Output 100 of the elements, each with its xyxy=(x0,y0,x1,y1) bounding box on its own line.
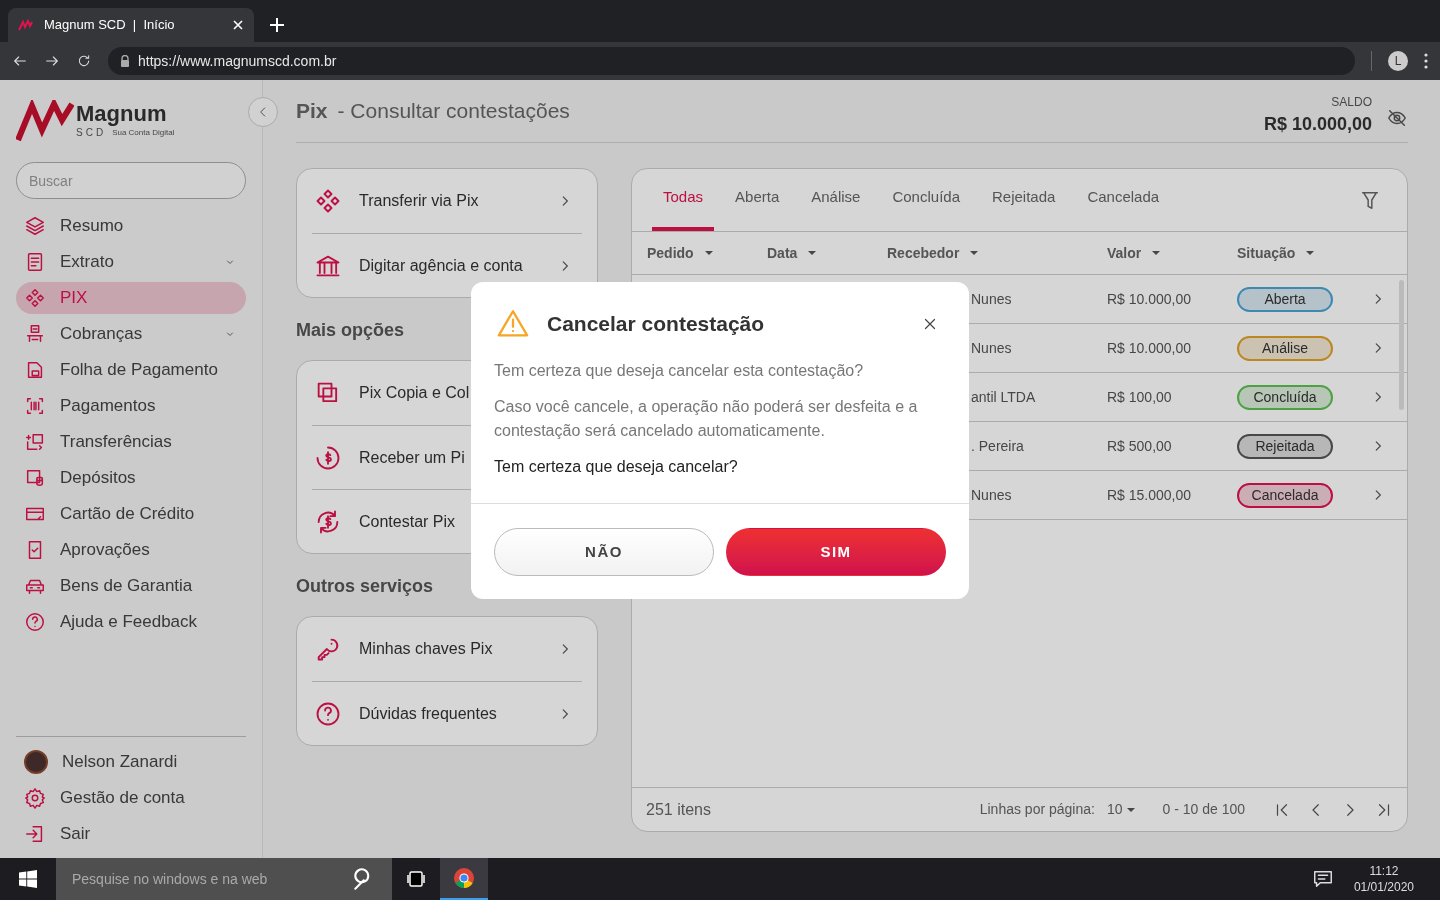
rows-per-page-label: Linhas por página: xyxy=(979,800,1095,819)
caret-icon xyxy=(1151,248,1162,258)
value-cell-text: R$ 15.000,00 xyxy=(1107,485,1193,505)
caret-icon xyxy=(1305,248,1316,258)
search-field[interactable]: Buscar xyxy=(16,162,246,199)
logo-tagline: Sua Conta Digital xyxy=(112,126,175,139)
logo-subtitle: SCD xyxy=(76,126,107,140)
browser-tab[interactable]: Magnum SCD | Início xyxy=(8,8,254,42)
browser-icon xyxy=(453,867,475,889)
tab-title: Magnum SCD | Início xyxy=(44,16,176,35)
deposit-icon xyxy=(24,467,46,489)
forward-icon xyxy=(44,53,60,69)
filter-tab[interactable]: Rejeitada xyxy=(981,169,1067,231)
nav-item[interactable]: Transferências xyxy=(16,426,246,458)
section-heading: Outros serviços xyxy=(296,575,434,598)
taskbar-search-field[interactable]: Pesquise no windows e na web xyxy=(56,858,392,900)
menu-icon[interactable] xyxy=(1424,53,1428,69)
filter-tab[interactable]: Cancelada xyxy=(1076,169,1171,231)
windows-icon[interactable] xyxy=(19,870,37,888)
filter-tab[interactable]: Análise xyxy=(800,169,872,231)
help-icon xyxy=(24,611,46,633)
page-range: 0 - 10 de 100 xyxy=(1162,800,1245,819)
dialog-text: Tem certeza que deseja cancelar esta contestação? xyxy=(494,361,865,381)
item-count: 251 itens xyxy=(646,799,711,820)
nav-item[interactable]: Cartão de Crédito xyxy=(16,498,246,530)
nav-item[interactable]: Depósitos xyxy=(16,462,246,494)
table-row[interactable]: antil LTDA R$ 100,00 Concluída xyxy=(971,373,1407,421)
balance-label: SALDO xyxy=(1331,93,1372,111)
taskbar-app[interactable] xyxy=(440,858,488,900)
logo-icon xyxy=(16,100,74,142)
table-row[interactable]: . Pereira R$ 500,00 Rejeitada xyxy=(971,422,1407,470)
address-field[interactable]: https://www.magnumscd.com.br xyxy=(108,47,1355,75)
recipient-cell-text: antil LTDA xyxy=(971,387,1037,407)
nav-item[interactable]: Aprovações xyxy=(16,534,246,566)
nav-item[interactable]: Folha de Pagamento xyxy=(16,354,246,386)
account-item[interactable]: Gestão de conta xyxy=(16,780,246,816)
lock-icon xyxy=(120,55,130,67)
value-cell-text: R$ 500,00 xyxy=(1107,436,1173,456)
barcode-icon xyxy=(24,395,46,417)
diamond-icon xyxy=(24,287,46,309)
recipient-cell-text: Nunes xyxy=(971,485,1013,505)
transfer-icon xyxy=(24,431,46,453)
value-cell-text: R$ 100,00 xyxy=(1107,387,1173,407)
column-header[interactable]: Valor xyxy=(1107,242,1142,264)
page-title: Pix xyxy=(296,98,328,125)
nav-item[interactable]: Pagamentos xyxy=(16,390,246,422)
billing-icon xyxy=(24,323,46,345)
dialog-button[interactable]: NÃO xyxy=(494,528,714,576)
back-icon xyxy=(12,53,28,69)
table-row[interactable]: Nunes R$ 10.000,00 Análise xyxy=(971,324,1407,372)
nav-item[interactable]: Bens de Garantia xyxy=(16,570,246,602)
avatar xyxy=(24,750,48,774)
hidden-eye-icon xyxy=(1386,107,1408,129)
notification-icon xyxy=(1311,868,1334,890)
nav-item[interactable]: Extrato xyxy=(16,246,246,278)
recipient-cell-text: Nunes xyxy=(971,338,1013,358)
balance-value: R$ 10.000,00 xyxy=(1263,112,1372,136)
search-placeholder: Pesquise no windows e na web xyxy=(72,869,269,889)
dialog-button[interactable]: SIM xyxy=(726,528,946,576)
caret-icon xyxy=(807,248,818,258)
diamond-icon xyxy=(314,187,342,215)
column-header[interactable]: Pedido xyxy=(647,242,694,264)
filter-tab[interactable]: Concluída xyxy=(881,169,971,231)
recipient-cell-text: Nunes xyxy=(971,289,1013,309)
option-item[interactable]: Minhas chaves Pix xyxy=(312,617,582,681)
caret-icon xyxy=(703,248,714,258)
option-item[interactable]: Dúvidas frequentes xyxy=(312,681,582,745)
close-icon[interactable] xyxy=(232,19,244,31)
option-item[interactable]: Transferir via Pix xyxy=(312,169,582,233)
clock-date: 01/01/2020 xyxy=(1353,879,1414,895)
filter-tab[interactable]: Aberta xyxy=(724,169,791,231)
value-cell-text: R$ 10.000,00 xyxy=(1107,289,1193,309)
reload-icon xyxy=(76,53,92,69)
recipient-cell-text: . Pereira xyxy=(971,436,1025,456)
caret-icon xyxy=(969,248,980,258)
nav-item[interactable]: Ajuda e Feedback xyxy=(16,606,246,638)
table-row[interactable]: Nunes R$ 15.000,00 Cancelada xyxy=(971,471,1407,519)
account-item[interactable]: Nelson Zanardi xyxy=(16,744,246,780)
account-item[interactable]: Sair xyxy=(16,816,246,852)
clock-time: 11:12 xyxy=(1369,863,1399,879)
rows-per-page-select[interactable]: 10 xyxy=(1106,799,1137,820)
nav-item[interactable]: Resumo xyxy=(16,210,246,242)
table-row[interactable]: Nunes R$ 10.000,00 Aberta xyxy=(971,275,1407,323)
profile-avatar[interactable]: L xyxy=(1388,51,1408,71)
settings-icon xyxy=(24,787,46,809)
filter-tab[interactable]: Todas xyxy=(652,169,715,231)
value-cell-text: R$ 10.000,00 xyxy=(1107,338,1193,358)
layers-icon xyxy=(24,215,46,237)
nav-item[interactable]: Cobranças xyxy=(16,318,246,350)
section-heading: Mais opções xyxy=(296,319,405,342)
logo-name: Magnum xyxy=(76,103,168,125)
page-subtitle: - Consultar contestações xyxy=(337,98,570,125)
logo-icon xyxy=(18,19,34,31)
column-header[interactable]: Data xyxy=(767,242,798,264)
url-text: https://www.magnumscd.com.br xyxy=(138,51,337,71)
column-header[interactable]: Situação xyxy=(1237,242,1296,264)
column-header[interactable]: Recebedor xyxy=(887,242,960,264)
task-view-icon[interactable] xyxy=(407,871,425,887)
new-tab-icon[interactable] xyxy=(270,18,284,32)
dialog-title: Cancelar contestação xyxy=(547,311,766,338)
